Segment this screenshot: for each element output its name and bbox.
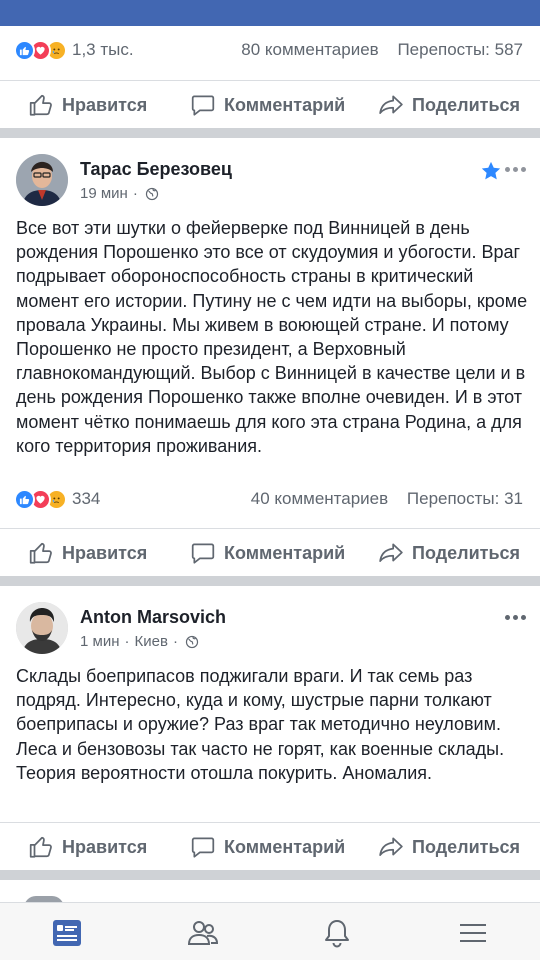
bell-icon xyxy=(325,920,349,948)
thumbs-up-icon xyxy=(29,94,52,116)
news-feed-tab[interactable] xyxy=(50,917,84,949)
avatar[interactable] xyxy=(16,154,68,206)
post-header: Anton Marsovich 1 мин · Киев · xyxy=(0,602,540,662)
thumbs-up-icon xyxy=(29,542,52,564)
hamburger-menu-icon xyxy=(460,924,486,942)
post-location[interactable]: Киев xyxy=(135,633,168,650)
comment-button[interactable]: Комментарий xyxy=(190,92,345,118)
post-stats: 334 40 комментариев Перепосты: 31 xyxy=(0,481,540,517)
post-meta: 1 мин · Киев · xyxy=(80,633,199,650)
reactions-count: 334 xyxy=(72,489,101,508)
reactions-summary[interactable]: 334 xyxy=(14,488,100,510)
meta-separator: · xyxy=(124,633,130,650)
post-header: Тарас Березовец 19 мин · xyxy=(0,154,540,214)
favorite-star-icon[interactable] xyxy=(480,160,502,187)
more-options-icon[interactable] xyxy=(502,167,526,172)
post-divider xyxy=(0,870,540,880)
share-label: Поделиться xyxy=(412,836,521,857)
friends-tab[interactable] xyxy=(186,917,220,949)
globe-icon xyxy=(185,635,199,648)
post-divider xyxy=(0,128,540,138)
notifications-tab[interactable] xyxy=(320,917,354,949)
post-meta: 19 мин · xyxy=(80,185,159,202)
author-name[interactable]: Тарас Березовец xyxy=(80,159,232,180)
comment-bubble-icon xyxy=(191,543,215,564)
shares-count[interactable]: Перепосты: 587 xyxy=(397,40,523,59)
post-divider xyxy=(0,576,540,586)
comments-count[interactable]: 40 комментариев xyxy=(251,489,388,508)
comment-label: Комментарий xyxy=(224,542,346,563)
share-arrow-icon xyxy=(379,543,403,562)
share-button[interactable]: Поделиться xyxy=(378,834,520,860)
more-options-icon[interactable] xyxy=(502,615,526,620)
menu-tab[interactable] xyxy=(456,917,490,949)
author-name[interactable]: Anton Marsovich xyxy=(80,607,226,628)
like-label: Нравится xyxy=(62,94,148,115)
comment-bubble-icon xyxy=(191,837,215,858)
like-button[interactable]: Нравится xyxy=(28,92,147,118)
meta-separator: · xyxy=(132,185,138,202)
meta-separator: · xyxy=(172,633,178,650)
like-label: Нравится xyxy=(62,542,148,563)
comment-button[interactable]: Комментарий xyxy=(190,540,345,566)
avatar[interactable] xyxy=(16,602,68,654)
comments-count[interactable]: 80 комментариев xyxy=(241,40,378,59)
news-feed-icon xyxy=(53,920,81,946)
comment-bubble-icon xyxy=(191,95,215,116)
shares-count[interactable]: Перепосты: 31 xyxy=(407,489,523,508)
post-actions: Нравится Комментарий Поделиться xyxy=(0,822,540,868)
post-time[interactable]: 1 мин xyxy=(80,633,120,650)
post-actions: Нравится Комментарий Поделиться xyxy=(0,528,540,574)
like-label: Нравится xyxy=(62,836,148,857)
share-button[interactable]: Поделиться xyxy=(378,92,520,118)
comment-button[interactable]: Комментарий xyxy=(190,834,345,860)
share-label: Поделиться xyxy=(412,94,521,115)
globe-icon xyxy=(145,187,158,200)
comment-label: Комментарий xyxy=(224,94,346,115)
post-body: Склады боеприпасов поджигали враги. И та… xyxy=(16,666,505,783)
like-reaction-icon xyxy=(14,39,35,61)
reactions-summary[interactable]: 1,3 тыс. xyxy=(14,39,134,61)
comment-label: Комментарий xyxy=(224,836,346,857)
reactions-count: 1,3 тыс. xyxy=(72,40,134,59)
like-reaction-icon xyxy=(14,488,35,510)
like-button[interactable]: Нравится xyxy=(28,540,147,566)
post-body: Все вот эти шутки о фейерверке под Винни… xyxy=(16,218,528,456)
post-time[interactable]: 19 мин xyxy=(80,185,128,202)
like-button[interactable]: Нравится xyxy=(28,834,147,860)
friends-icon xyxy=(187,921,219,945)
bottom-navigation xyxy=(0,902,540,960)
share-label: Поделиться xyxy=(412,542,521,563)
share-button[interactable]: Поделиться xyxy=(378,540,520,566)
thumbs-up-icon xyxy=(29,836,52,858)
share-arrow-icon xyxy=(379,837,403,856)
share-arrow-icon xyxy=(379,95,403,114)
post-actions: Нравится Комментарий Поделиться xyxy=(0,80,540,126)
top-header-bar xyxy=(0,0,540,26)
post-stats: 1,3 тыс. 80 комментариев Перепосты: 587 xyxy=(0,32,540,68)
